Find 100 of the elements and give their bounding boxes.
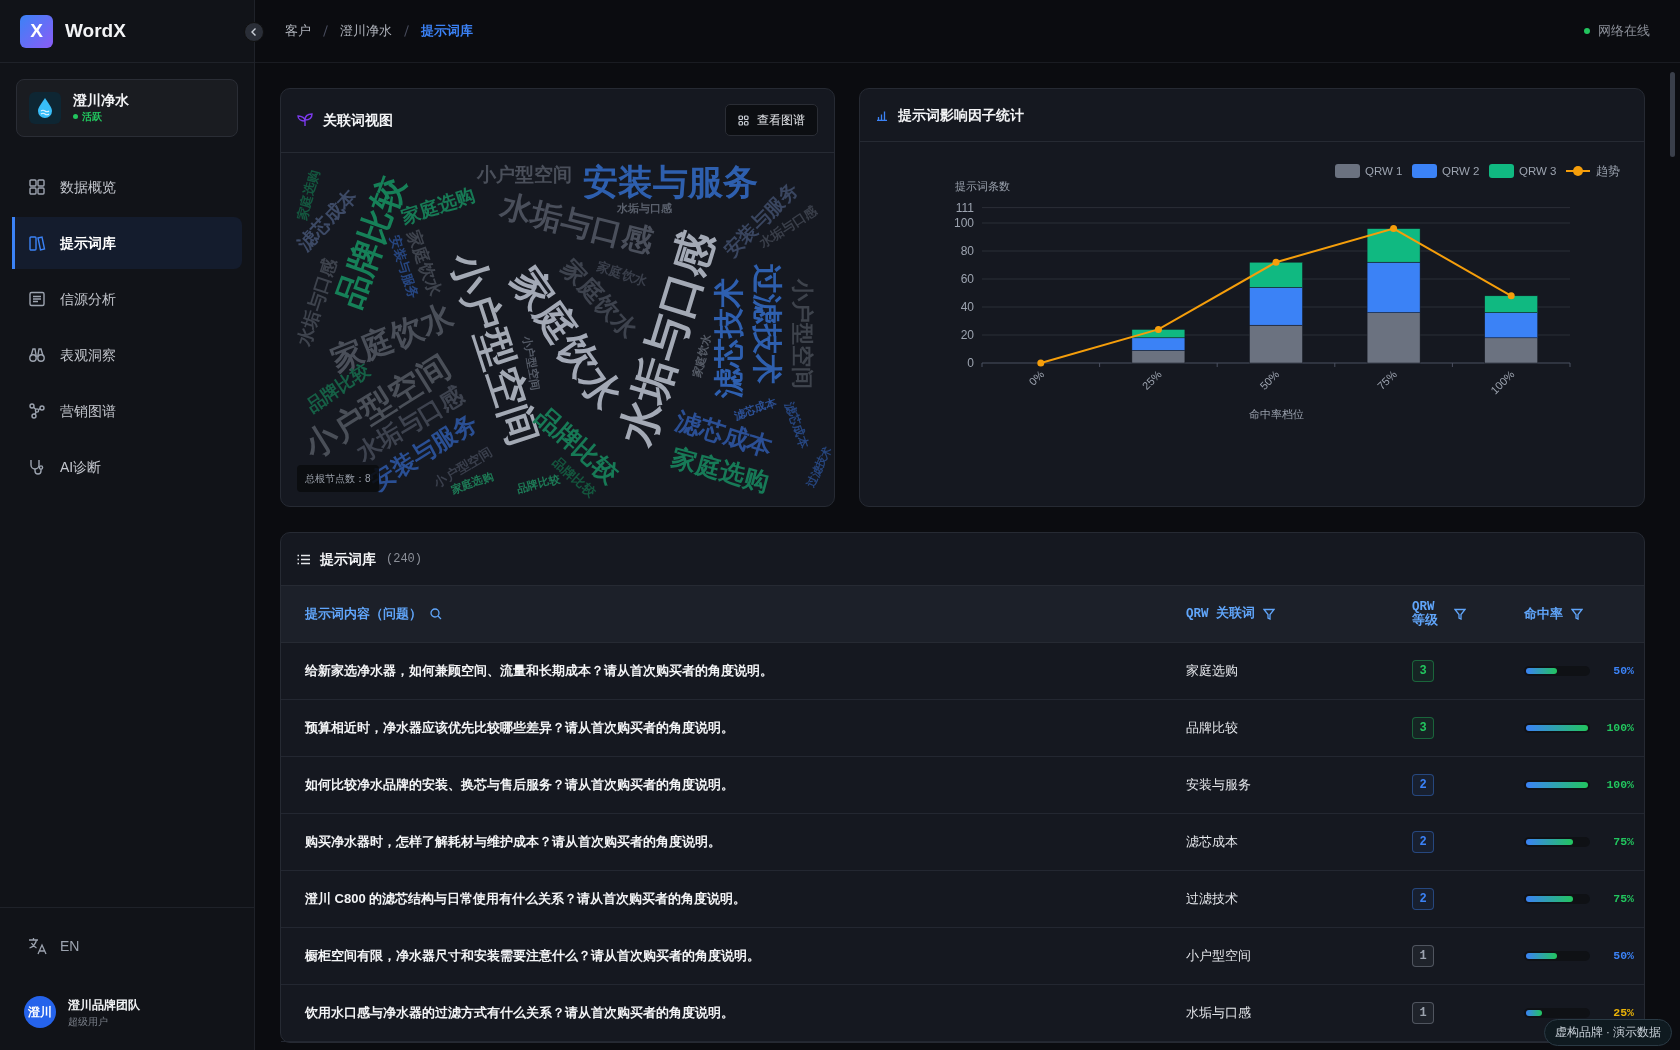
trend-point — [1037, 359, 1045, 367]
filter-icon[interactable] — [1571, 608, 1583, 620]
sprout-icon — [297, 113, 313, 128]
nav-item[interactable]: 提示词库 — [12, 217, 242, 269]
user-avatar: 澄川 — [24, 996, 56, 1028]
legend-line-marker — [1565, 166, 1591, 176]
hit-rate-value: 100% — [1605, 777, 1634, 794]
network-icon — [28, 402, 46, 420]
chart-bar — [1131, 329, 1186, 339]
keyword-text: 小户型空间 — [1186, 947, 1252, 966]
legend-label: QRW 3 — [1519, 165, 1557, 177]
collapse-button[interactable] — [244, 22, 264, 42]
grade-badge: 1 — [1412, 1002, 1434, 1024]
grade-badge: 2 — [1412, 774, 1434, 796]
breadcrumb-link[interactable]: 客户 — [285, 21, 311, 41]
question-text: 给新家选净水器，如何兼顾空间、流量和长期成本？请从首次购买者的角度说明。 — [305, 662, 774, 681]
grade-badge: 3 — [1412, 660, 1434, 682]
keyword-text: 滤芯成本 — [1186, 833, 1239, 852]
question-text: 澄川 C800 的滤芯结构与日常使用有什么关系？请从首次购买者的角度说明。 — [305, 890, 748, 909]
user-name: 澄川品牌团队 — [68, 996, 140, 1014]
hit-rate-value: 75% — [1612, 834, 1634, 851]
bar-chart-icon — [876, 109, 888, 121]
binoculars-icon — [28, 346, 46, 364]
question-text: 如何比较净水品牌的安装、换芯与售后服务？请从首次购买者的角度说明。 — [305, 776, 735, 795]
y-tick-label: 0 — [967, 356, 974, 370]
water-drop-icon — [29, 92, 61, 124]
y-tick-label: 60 — [960, 272, 974, 286]
y-tick-label: 20 — [960, 328, 974, 342]
cloud-word: 品牌比较 — [515, 472, 561, 495]
column-header[interactable]: 提示词内容（问题） — [305, 604, 422, 624]
x-axis-title: 命中率档位 — [1248, 408, 1304, 420]
nav-item[interactable]: AI诊断 — [12, 441, 242, 493]
legend-swatch — [1489, 164, 1514, 178]
user-role: 超级用户 — [68, 1014, 109, 1029]
x-tick-label: 75% — [1374, 367, 1399, 392]
filter-icon[interactable] — [1454, 608, 1466, 620]
keyword-text: 安装与服务 — [1186, 776, 1252, 795]
trend-point — [1507, 292, 1515, 300]
hit-rate-value: 100% — [1605, 720, 1634, 737]
column-header[interactable]: QRW 关联词 — [1186, 604, 1255, 624]
chevron-left-icon — [249, 27, 259, 37]
list-icon — [28, 290, 46, 308]
grid-icon — [28, 178, 46, 196]
scrollbar-thumb[interactable] — [1670, 72, 1675, 157]
keyword-text: 水垢与口感 — [1186, 1004, 1252, 1023]
client-card[interactable]: 澄川净水 活跃 — [16, 79, 238, 137]
card-title: 关联词视图 — [323, 110, 393, 130]
trend-point — [1154, 325, 1162, 333]
cloud-word: 安装与服务 — [582, 163, 758, 199]
view-graph-button[interactable]: 查看图谱 — [725, 104, 818, 137]
y-tick-label: 111 — [955, 200, 974, 215]
brand-name: WordX — [65, 18, 126, 43]
keyword-text: 过滤技术 — [1186, 890, 1239, 909]
filter-icon[interactable] — [1263, 608, 1275, 620]
translate-icon — [28, 937, 48, 955]
cloud-word: 滤芯技术 — [714, 277, 744, 398]
nav-item[interactable]: 信源分析 — [12, 273, 242, 325]
grade-badge: 2 — [1412, 831, 1434, 853]
question-text: 预算相近时，净水器应该优先比较哪些差异？请从首次购买者的角度说明。 — [305, 719, 735, 738]
nav-item[interactable]: 数据概览 — [12, 161, 242, 213]
grade-badge: 3 — [1412, 717, 1434, 739]
y-tick-label: 80 — [960, 244, 974, 258]
grade-badge: 1 — [1412, 945, 1434, 967]
list-icon — [297, 553, 310, 565]
stethoscope-icon — [28, 458, 46, 476]
question-text: 购买净水器时，怎样了解耗材与维护成本？请从首次购买者的角度说明。 — [305, 833, 722, 852]
question-text: 饮用水口感与净水器的过滤方式有什么关系？请从首次购买者的角度说明。 — [305, 1004, 735, 1023]
logo: X — [20, 14, 53, 48]
chart-bar — [1484, 337, 1538, 364]
language-toggle[interactable]: EN — [60, 935, 80, 957]
hit-rate-value: 50% — [1612, 663, 1634, 680]
legend-label: 趋势 — [1596, 165, 1620, 177]
hit-rate-value: 50% — [1612, 948, 1634, 965]
x-tick-label: 0% — [1026, 367, 1047, 388]
cloud-word: 水垢与口感 — [616, 202, 672, 214]
book-icon — [28, 234, 46, 252]
breadcrumb-link[interactable]: 澄川净水 — [340, 21, 392, 41]
client-status: 活跃 — [73, 108, 129, 124]
card-title: 提示词影响因子统计 — [898, 105, 1024, 125]
nav-item[interactable]: 营销图谱 — [12, 385, 242, 437]
nav-item[interactable]: 表观洞察 — [12, 329, 242, 381]
search-icon[interactable] — [430, 608, 442, 620]
column-header[interactable]: QRW 等级 — [1412, 599, 1446, 629]
legend-label: QRW 2 — [1442, 165, 1480, 177]
trend-point — [1390, 225, 1398, 233]
y-axis-title: 提示词条数 — [955, 180, 1010, 192]
y-tick-label: 100 — [953, 216, 974, 230]
client-name: 澄川净水 — [73, 92, 129, 109]
trend-point — [1272, 258, 1280, 266]
keyword-text: 家庭选购 — [1186, 662, 1239, 681]
breadcrumb-link[interactable]: 提示词库 — [421, 21, 473, 41]
cloud-word: 小户型空间 — [476, 164, 572, 184]
grid-icon — [738, 114, 749, 126]
column-header[interactable]: 命中率 — [1524, 604, 1563, 624]
legend-label: QRW 1 — [1365, 165, 1403, 177]
legend-swatch — [1335, 164, 1360, 178]
demo-data-badge: 虚构品牌 · 演示数据 — [1543, 1018, 1672, 1046]
node-count-label: 总根节点数：8 — [297, 465, 379, 492]
hit-rate-value: 75% — [1612, 891, 1634, 908]
chart-bar — [1249, 324, 1303, 364]
